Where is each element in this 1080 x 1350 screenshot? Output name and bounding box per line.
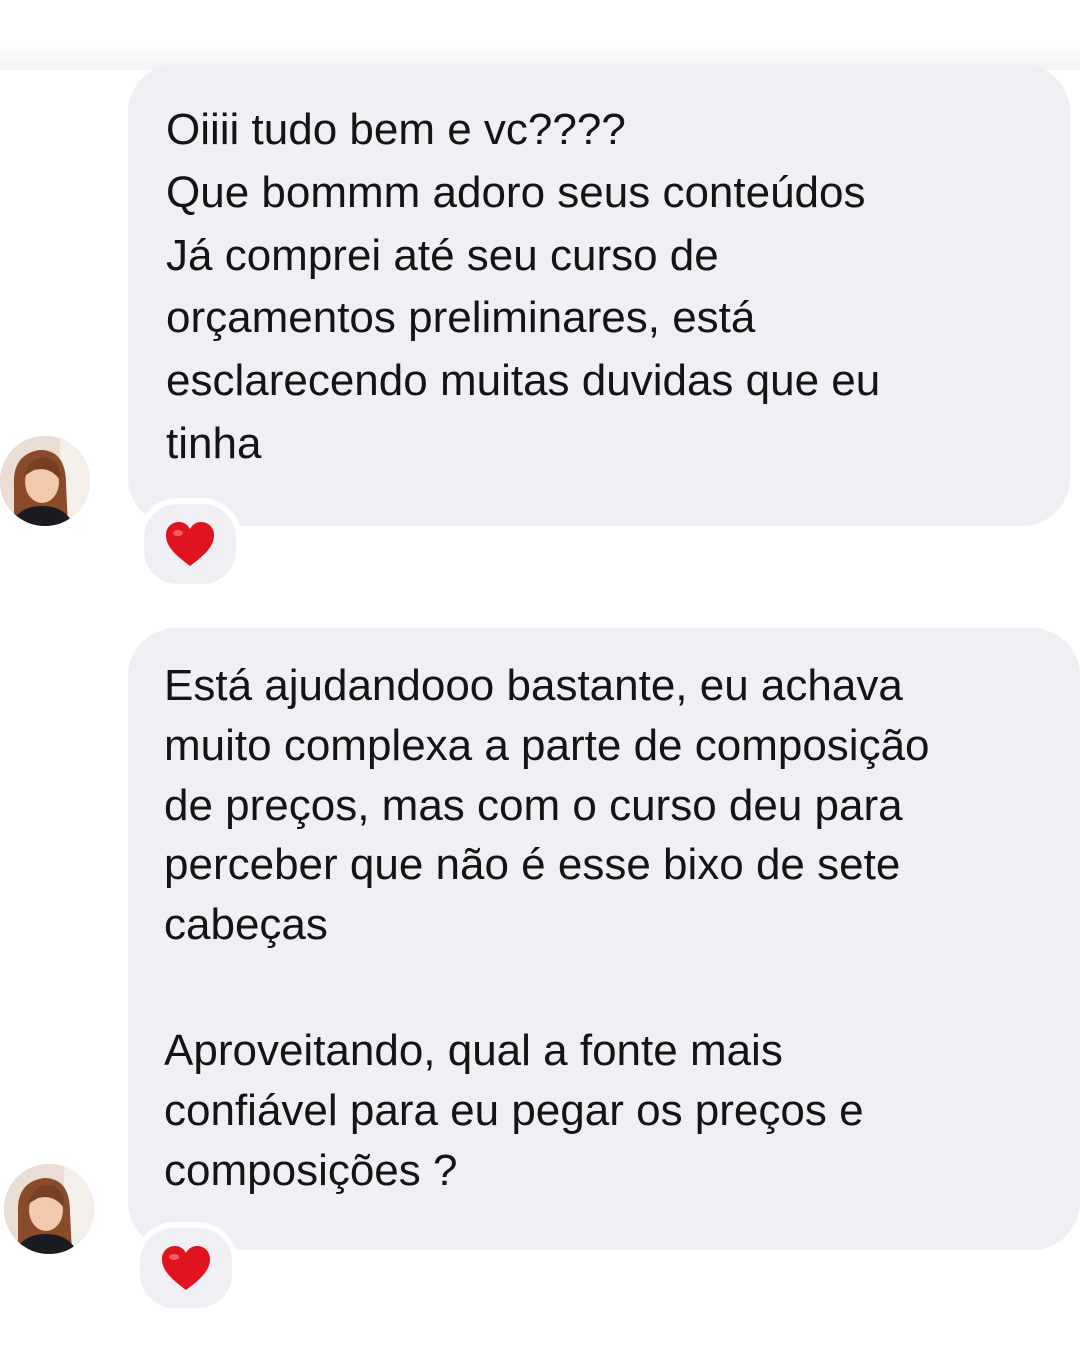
chat-screen: Oiiii tudo bem e vc???? Que bommm adoro … <box>0 0 1080 1350</box>
message-line: composições ? <box>164 1145 458 1195</box>
reaction-badge[interactable] <box>134 1222 238 1314</box>
avatar-photo-icon <box>4 1164 94 1254</box>
message-line: cabeças <box>164 900 328 950</box>
reaction-badge[interactable] <box>138 498 242 590</box>
sender-avatar[interactable] <box>0 436 90 526</box>
message-line: Oiiii tudo bem e vc???? <box>166 105 626 154</box>
top-bar-fade <box>0 0 1080 70</box>
message-line: Está ajudandooo bastante, eu achava <box>164 661 903 710</box>
red-heart-icon <box>166 522 214 566</box>
message-line: tinha <box>166 419 262 469</box>
red-heart-icon <box>162 1246 210 1290</box>
message-line: Que bommm adoro seus conteúdos <box>166 167 866 217</box>
avatar-photo-icon <box>0 436 90 526</box>
message-line: de preços, mas com o curso deu para <box>164 780 903 830</box>
message-line: Aproveitando, qual a fonte mais <box>164 1026 783 1076</box>
message-line: perceber que não é esse bixo de sete <box>164 840 901 890</box>
message-bubble-2[interactable]: Está ajudandooo bastante, eu achava muit… <box>128 628 1080 1250</box>
message-line: Já comprei até seu curso de <box>166 230 719 280</box>
message-line: confiável para eu pegar os preços e <box>164 1085 864 1135</box>
message-bubble-1[interactable]: Oiiii tudo bem e vc???? Que bommm adoro … <box>128 64 1070 526</box>
message-line: orçamentos preliminares, está <box>166 293 756 343</box>
sender-avatar[interactable] <box>4 1164 94 1254</box>
message-line: esclarecendo muitas duvidas que eu <box>166 356 881 406</box>
message-line: muito complexa a parte de composição <box>164 720 930 770</box>
